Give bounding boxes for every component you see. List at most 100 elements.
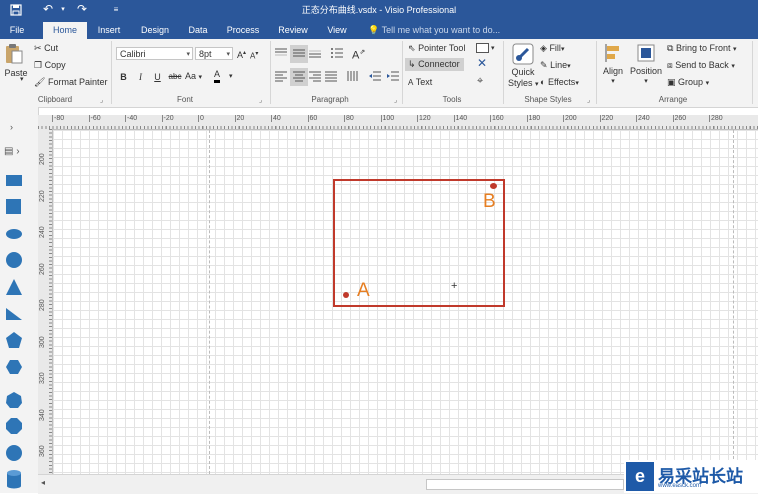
paste-button[interactable]: Paste (4, 43, 28, 80)
effects-button[interactable]: ◐ Effects▾ (540, 76, 579, 90)
copy-button[interactable]: ❐ Copy (34, 59, 66, 72)
position-button[interactable]: Position ▾ (629, 43, 663, 85)
align-right-button[interactable] (308, 70, 322, 84)
shapes-menu-icon[interactable]: ▤ › (4, 146, 20, 157)
point-a-dot[interactable] (343, 292, 349, 298)
bullets-button[interactable] (330, 47, 344, 61)
point-b-dot[interactable] (490, 183, 497, 189)
pentagon-shape-icon[interactable] (5, 331, 23, 349)
tab-home[interactable]: Home (43, 22, 87, 39)
close-icon[interactable]: ✕ (477, 57, 487, 70)
connector-icon: ↳ (408, 59, 416, 69)
font-family-select[interactable]: Calibri ▾ (116, 47, 193, 60)
connection-point-icon[interactable]: ⌖ (477, 75, 483, 88)
tab-view[interactable]: View (322, 22, 352, 39)
increase-indent-button[interactable] (386, 70, 400, 84)
dialog-launcher-icon[interactable]: ⌟ (394, 96, 397, 104)
triangle-shape-icon[interactable] (5, 278, 23, 296)
italic-button[interactable]: I (133, 70, 148, 84)
label-b[interactable]: B (483, 191, 496, 213)
justify-button[interactable] (324, 70, 338, 84)
connector-button[interactable]: ↳ Connector (405, 58, 464, 71)
vertical-ruler[interactable]: 200 220 240 260 280 300 320 340 360 (38, 129, 53, 474)
underline-button[interactable]: U (150, 70, 165, 84)
scroll-left-icon[interactable]: ◂ (41, 478, 45, 487)
pointer-tool-button[interactable]: ⇖ Pointer Tool (408, 42, 465, 55)
ruler-tick-label: -40 (125, 115, 138, 122)
ruler-tick-label: 240 (636, 115, 650, 122)
send-to-back-button[interactable]: ⧈ Send to Back ▾ (667, 59, 735, 73)
format-painter-label: Format Painter (47, 77, 108, 87)
decrease-indent-button[interactable] (368, 70, 382, 84)
crosshair-cursor-icon: + (451, 280, 458, 292)
scrollbar-thumb[interactable] (426, 479, 624, 490)
align-bottom-button[interactable] (308, 47, 322, 61)
expand-panel-icon[interactable]: › (10, 122, 13, 132)
group-icon: ▣ (667, 77, 676, 87)
align-center-button[interactable] (290, 68, 308, 86)
hexagon-shape-icon[interactable] (5, 358, 23, 376)
heptagon-shape-icon[interactable] (5, 391, 23, 409)
ruler-tick-label: 260 (39, 262, 46, 275)
text-direction-button[interactable] (346, 70, 360, 84)
dialog-launcher-icon[interactable]: ⌟ (259, 96, 262, 104)
rectangle-dropdown-icon[interactable]: ▾ (491, 42, 495, 55)
font-color-button[interactable]: A (214, 69, 221, 83)
rectangle-tool-icon[interactable] (476, 43, 489, 53)
tab-design[interactable]: Design (134, 22, 176, 39)
ruler-tick-label: -60 (88, 115, 101, 122)
copy-icon: ❐ (34, 60, 43, 70)
group-button[interactable]: ▣ Group ▾ (667, 76, 709, 90)
align-button[interactable]: Align ▾ (600, 43, 626, 85)
paste-dropdown-icon[interactable]: ▾ (20, 73, 24, 86)
align-top-icon (275, 48, 287, 56)
dialog-launcher-icon[interactable]: ⌟ (100, 96, 103, 104)
text-grow-icon[interactable]: A⇗ (352, 46, 365, 63)
octagon-shape-icon[interactable] (5, 417, 23, 435)
quick-styles-button[interactable]: Quick Styles ▾ (508, 43, 539, 90)
ruler-tick-label: 280 (39, 299, 46, 311)
bring-to-front-button[interactable]: ⧉ Bring to Front ▾ (667, 42, 737, 56)
fill-button[interactable]: ◈ Fill▾ (540, 42, 564, 56)
tab-process[interactable]: Process (222, 22, 264, 39)
text-tool-button[interactable]: A Text (408, 76, 432, 89)
rectangle-shape-icon[interactable] (5, 173, 23, 189)
shape-styles-group-label: Shape Styles (524, 95, 572, 104)
square-shape-icon[interactable] (5, 198, 23, 216)
ruler-tick-label: -20 (161, 115, 174, 122)
tab-insert[interactable]: Insert (90, 22, 128, 39)
tell-me-box[interactable]: 💡 Tell me what you want to do... (368, 22, 500, 39)
label-a[interactable]: A (357, 280, 370, 302)
align-shapes-icon (605, 44, 619, 62)
align-left-button[interactable] (274, 70, 288, 84)
circle-shape-icon[interactable] (5, 251, 23, 269)
ellipse-shape-icon[interactable] (5, 227, 23, 241)
font-size-select[interactable]: 8pt ▾ (195, 47, 233, 60)
right-triangle-shape-icon[interactable] (5, 306, 23, 322)
font-color-dropdown-icon[interactable]: ▾ (229, 70, 233, 83)
drawing-canvas[interactable]: A B + (53, 130, 758, 474)
cylinder-shape-icon[interactable] (5, 469, 23, 489)
line-button[interactable]: ✎ Line▾ (540, 59, 571, 73)
change-case-button[interactable]: Aa ▾ (185, 70, 202, 84)
grow-font-button[interactable]: A▴ (237, 47, 246, 62)
decagon-shape-icon[interactable] (5, 444, 23, 462)
ruler-tick-label: 220 (599, 115, 614, 122)
tab-file[interactable]: File (2, 22, 32, 39)
watermark-logo-icon: e (626, 462, 654, 491)
bold-button[interactable]: B (116, 70, 131, 84)
bring-front-icon: ⧉ (667, 43, 674, 53)
format-painter-button[interactable]: 🖌 Format Painter (34, 76, 107, 89)
separator (402, 41, 403, 104)
horizontal-ruler[interactable]: -80 -60 -40 -20 0 20 40 60 80 100 120 140 160 180 200 2… (38, 115, 758, 130)
align-top-button[interactable] (274, 47, 288, 61)
tab-data[interactable]: Data (182, 22, 214, 39)
shrink-font-button[interactable]: A▾ (250, 48, 258, 63)
dialog-launcher-icon[interactable]: ⌟ (587, 96, 590, 104)
align-right-icon (309, 71, 321, 82)
strikethrough-button[interactable]: abc (166, 70, 184, 84)
tab-review[interactable]: Review (272, 22, 314, 39)
cut-button[interactable]: ✂ Cut (34, 42, 58, 55)
paste-label: Paste (4, 68, 28, 78)
align-middle-button[interactable] (290, 45, 308, 63)
